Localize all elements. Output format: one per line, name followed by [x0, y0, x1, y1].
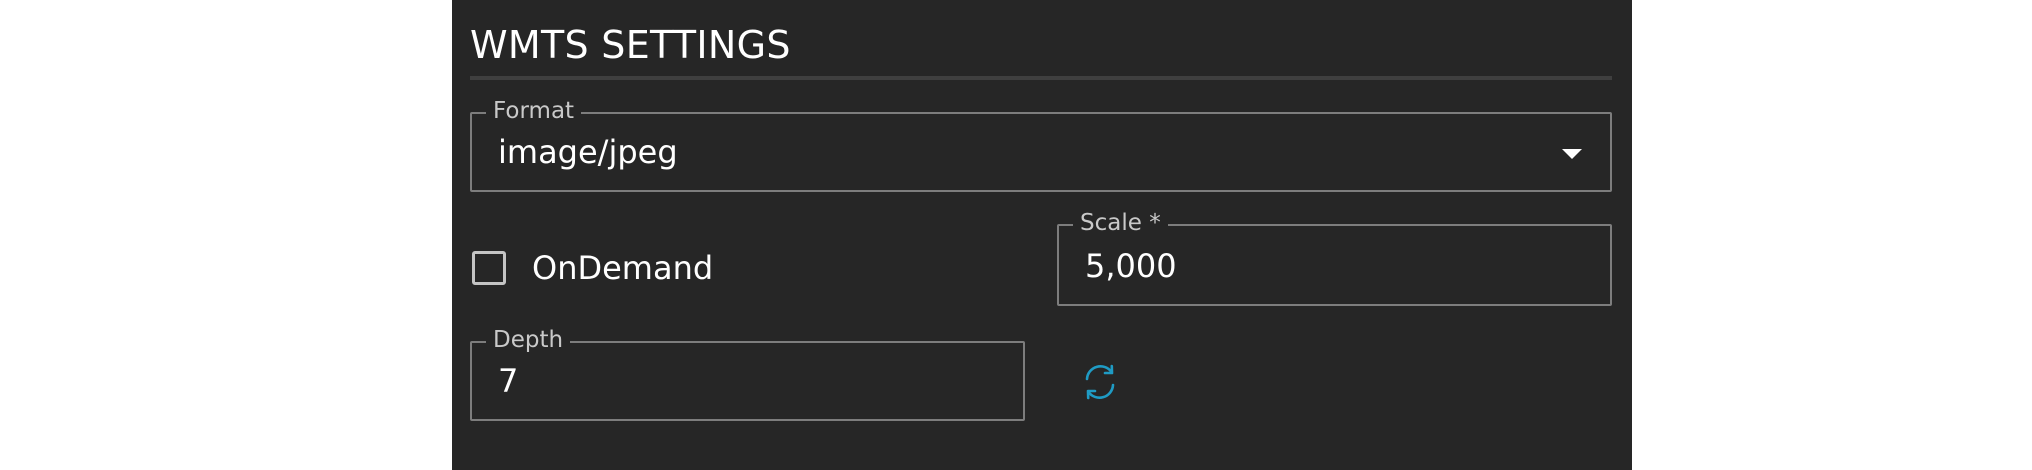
refresh-button[interactable]	[1078, 360, 1122, 404]
on-demand-checkbox[interactable]: OnDemand	[472, 248, 713, 288]
depth-label: Depth	[486, 325, 571, 355]
scale-label: Scale *	[1073, 208, 1168, 238]
caret-down-icon[interactable]	[1562, 149, 1582, 159]
wmts-settings-panel: WMTS SETTINGS Format image/jpeg OnDemand…	[452, 0, 1632, 470]
on-demand-label: OnDemand	[532, 249, 714, 287]
format-value: image/jpeg	[498, 133, 678, 171]
format-select[interactable]: Format image/jpeg	[470, 96, 1612, 192]
refresh-icon	[1085, 364, 1115, 400]
scale-value[interactable]: 5,000	[1085, 246, 1177, 286]
scale-field[interactable]: Scale * 5,000	[1057, 208, 1612, 306]
format-label: Format	[486, 96, 582, 126]
checkbox-box[interactable]	[472, 251, 506, 285]
depth-field[interactable]: Depth 7	[470, 325, 1025, 421]
panel-title: WMTS SETTINGS	[470, 23, 791, 67]
title-divider	[470, 76, 1612, 80]
depth-value[interactable]: 7	[498, 361, 518, 401]
